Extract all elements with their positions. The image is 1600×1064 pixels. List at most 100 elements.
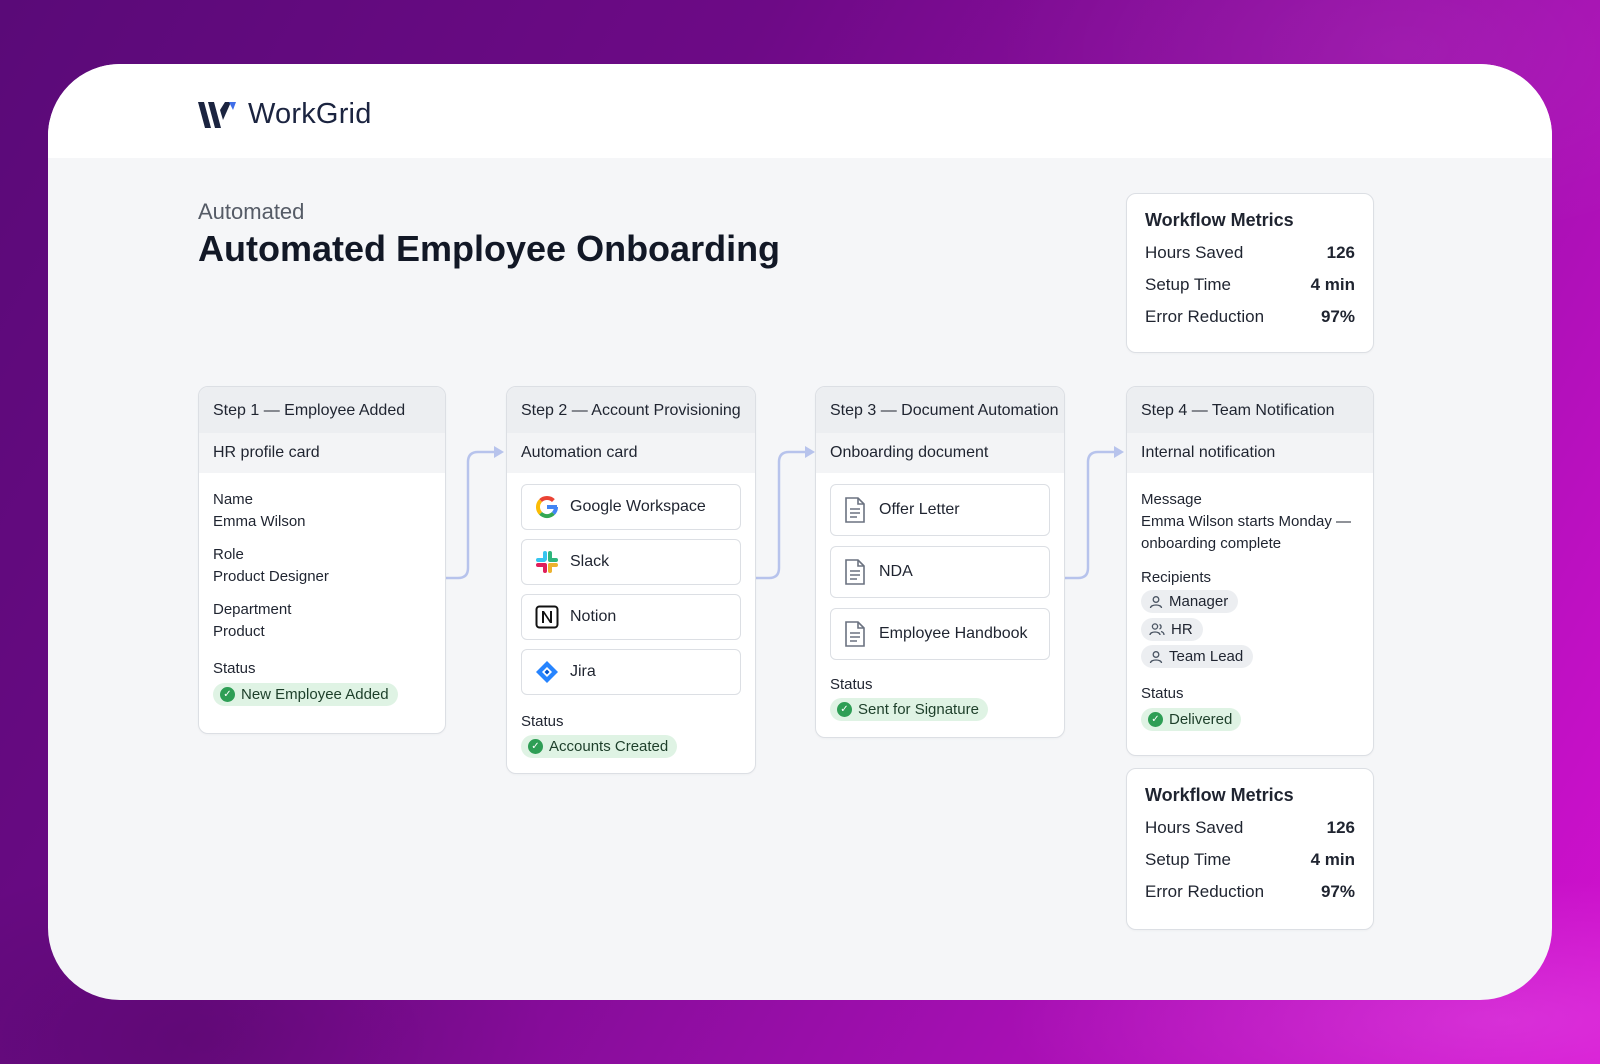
slack-icon [536,551,558,573]
top-bar: WorkGrid [48,64,1552,158]
app-name: Slack [570,553,610,570]
notion-icon [535,605,559,629]
document-name: Employee Handbook [879,625,1028,642]
check-circle-icon: ✓ [837,702,852,717]
field-label: Department [213,601,292,618]
status-badge: ✓ Sent for Signature [830,698,988,721]
step-1-card[interactable]: Step 1 — Employee Added HR profile card … [198,386,446,734]
page-eyebrow: Automated [198,199,305,224]
document-name: NDA [879,563,913,580]
check-circle-icon: ✓ [220,687,235,702]
step-1-title: Step 1 — Employee Added [199,387,445,433]
jira-icon [536,661,558,683]
connector-3-4 [1064,450,1118,580]
recipient-chip[interactable]: Manager [1141,590,1239,613]
message-label: Message [1141,491,1202,508]
field-label: Name [213,491,254,508]
step-4-subtitle: Internal notification [1127,433,1373,473]
metric-row: Error Reduction 97% [1145,307,1355,327]
field-label: Role [213,546,244,563]
app-frame: WorkGrid Automated Automated Employee On… [48,64,1552,1000]
metric-value: 4 min [1310,275,1355,294]
step-3-subtitle: Onboarding document [816,433,1064,473]
metric-label: Setup Time [1145,275,1231,294]
metric-label: Setup Time [1145,850,1231,869]
arrowhead-3 [1114,446,1124,458]
field-value: Product [213,623,265,640]
status-text: Accounts Created [549,738,669,755]
google-icon [536,496,558,519]
status-badge: ✓ Delivered [1141,707,1242,731]
user-icon [1149,595,1163,608]
status-badge: ✓ New Employee Added [213,683,398,706]
metric-value: 126 [1326,243,1355,262]
document-nda[interactable]: NDA [830,546,1050,598]
status-text: New Employee Added [241,686,389,703]
step-3-card[interactable]: Step 3 — Document Automation Onboarding … [815,386,1065,738]
check-circle-icon: ✓ [1148,711,1163,727]
app-name: Notion [570,608,617,625]
step-2-title: Step 2 — Account Provisioning [507,387,755,433]
arrowhead-1 [494,446,504,458]
users-icon [1149,623,1165,636]
field-department: Department Product [213,601,431,640]
recipient-name: Team Lead [1169,648,1244,665]
arrowhead-2 [805,446,815,458]
metric-value: 126 [1326,818,1355,837]
connector-2-3 [755,450,809,580]
check-circle-icon: ✓ [528,739,543,754]
app-name: Jira [570,663,596,680]
app-jira[interactable]: Jira [521,649,741,695]
metric-value: 97% [1320,882,1355,901]
metric-row: Error Reduction 97% [1145,882,1355,902]
recipient-chip[interactable]: HR [1141,617,1203,641]
recipient-list: Manager HR Team Lead [1141,586,1359,669]
metric-row: Hours Saved 126 [1145,243,1355,263]
field-name: Name Emma Wilson [213,491,431,530]
metric-value: 97% [1320,307,1355,326]
connector-1-2 [444,450,498,580]
metric-row: Hours Saved 126 [1145,818,1355,838]
metric-label: Error Reduction [1145,307,1265,326]
status-label: Status [830,676,873,693]
metric-row: Setup Time 4 min [1145,275,1355,295]
field-value: Product Designer [213,568,329,585]
metric-row: Setup Time 4 min [1145,850,1355,870]
step-1-subtitle: HR profile card [199,433,445,473]
status-label: Status [213,660,256,677]
recipient-name: HR [1171,620,1193,638]
step-2-card[interactable]: Step 2 — Account Provisioning Automation… [506,386,756,774]
metric-label: Hours Saved [1145,243,1244,262]
step-4-card[interactable]: Step 4 — Team Notification Internal noti… [1126,386,1374,756]
message-text: Emma Wilson starts Monday — onboarding c… [1141,513,1352,552]
recipients-label: Recipients [1141,569,1212,586]
app-slack[interactable]: Slack [521,539,741,585]
page-title: Automated Employee Onboarding [198,228,781,269]
recipient-name: Manager [1169,593,1229,610]
status-text: Sent for Signature [858,701,979,718]
workflow-metrics-card-bottom: Workflow Metrics Hours Saved 126 Setup Ti… [1126,768,1374,930]
document-name: Offer Letter [879,501,960,518]
field-value: Emma Wilson [213,513,306,530]
brand-name: WorkGrid [248,98,372,130]
document-employee-handbook[interactable]: Employee Handbook [830,608,1050,660]
document-offer-letter[interactable]: Offer Letter [830,484,1050,536]
step-2-subtitle: Automation card [507,433,755,473]
recipient-chip[interactable]: Team Lead [1141,645,1254,668]
metrics-title: Workflow Metrics [1145,785,1294,805]
document-icon [845,497,865,523]
app-notion[interactable]: Notion [521,594,741,640]
metrics-title: Workflow Metrics [1145,210,1294,230]
field-role: Role Product Designer [213,546,431,585]
metric-label: Error Reduction [1145,882,1265,901]
app-google-workspace[interactable]: Google Workspace [521,484,741,530]
logo[interactable]: WorkGrid [196,98,372,131]
document-icon [845,621,865,647]
step-4-title: Step 4 — Team Notification [1127,387,1373,433]
metric-value: 4 min [1310,850,1355,869]
workgrid-logo-icon [198,101,236,128]
status-badge: ✓ Accounts Created [521,735,678,758]
status-label: Status [521,713,564,730]
metric-label: Hours Saved [1145,818,1244,837]
workflow-metrics-card: Workflow Metrics Hours Saved 126 Setup Ti… [1126,193,1374,353]
